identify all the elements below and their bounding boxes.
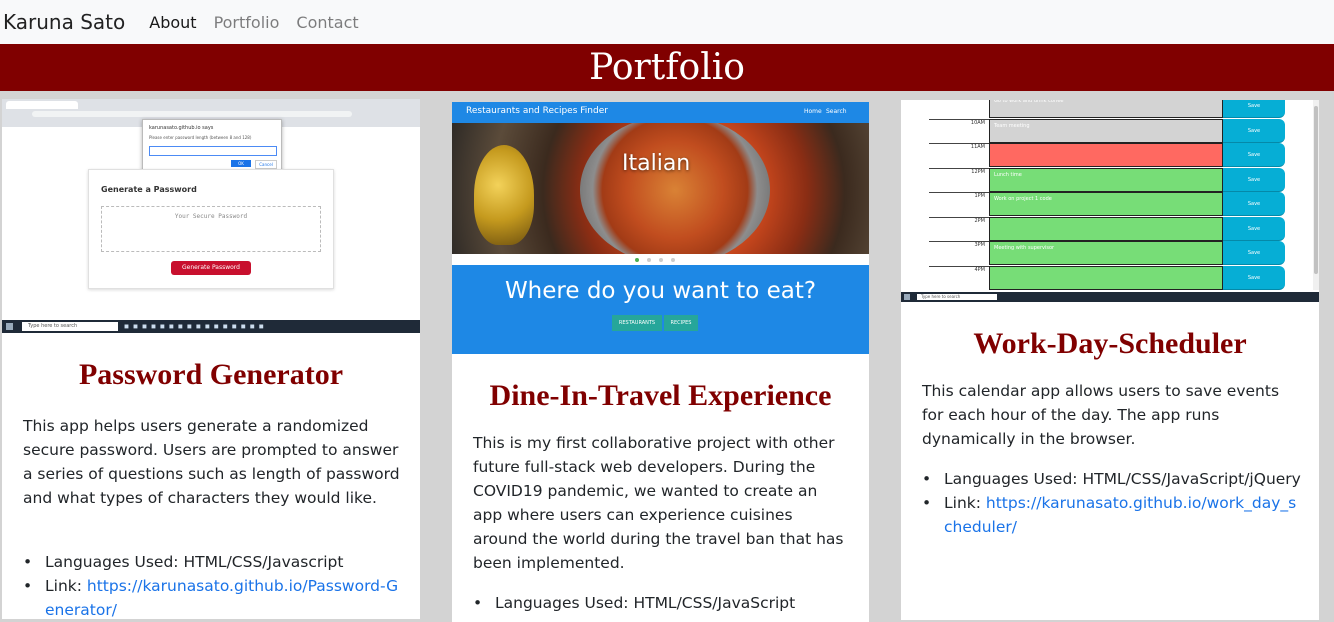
site-headline: Where do you want to eat?: [504, 278, 817, 304]
event-text: Team meeting: [989, 118, 1223, 143]
schedule-row: 4PM Save: [901, 265, 1319, 290]
card-title: Work-Day-Scheduler: [973, 327, 1247, 360]
schedule-row: 11AM Save: [901, 143, 1319, 167]
hour-label: 4PM: [929, 265, 989, 290]
hour-label: 2PM: [929, 216, 989, 241]
prompt-cancel: Cancel: [259, 162, 273, 167]
project-screenshot[interactable]: 9AMGo to work and drink coffeeSave10AMTe…: [901, 100, 1319, 302]
link-label: Link:: [45, 577, 87, 595]
event-text: Lunch time: [989, 167, 1223, 192]
navbar: Karuna Sato About Portfolio Contact: [0, 0, 1334, 44]
save-button: Save: [1223, 118, 1285, 143]
link-item: Link: https://karunasato.github.io/Passw…: [23, 574, 402, 619]
pasta-plate: [580, 123, 770, 254]
hour-label: 1PM: [929, 192, 989, 216]
hour-label: 3PM: [929, 241, 989, 265]
schedule-row: 3PM Meeting with supervisor Save: [901, 241, 1319, 265]
password-placeholder: Your Secure Password: [174, 213, 248, 220]
restaurants-button: RESTAURANTS: [612, 315, 662, 331]
card-description: This is my first collaborative project w…: [473, 434, 844, 572]
card-title: Password Generator: [78, 358, 344, 391]
languages-item: Languages Used: HTML/CSS/JavaScript: [473, 591, 851, 615]
nav-link-contact[interactable]: Contact: [296, 13, 358, 32]
project-card-dine-in-travel: Restaurants and Recipes Finder Home Sear…: [452, 102, 869, 622]
brand-name[interactable]: Karuna Sato: [3, 10, 125, 34]
card-title: Dine-In-Travel Experience: [489, 379, 832, 412]
hour-label: 9AM: [929, 100, 989, 118]
taskbar-icons: ◼◼◼◼◼◼◼◼◼◼◼◼◼◼◼◼: [124, 323, 268, 330]
schedule-row: 9AMGo to work and drink coffeeSave: [901, 100, 1319, 118]
event-text: Meeting with supervisor: [989, 241, 1223, 265]
card-description: This app helps users generate a randomiz…: [23, 417, 400, 507]
event-text: [989, 216, 1223, 241]
card-description: This calendar app allows users to save e…: [922, 382, 1280, 448]
olive-oil-bottle: [474, 145, 534, 245]
page-title: Portfolio: [0, 44, 1334, 91]
project-link[interactable]: https://karunasato.github.io/work_day_sc…: [944, 494, 1296, 536]
site-nav-search: Search: [826, 108, 847, 115]
generate-button: Generate Password: [171, 261, 251, 275]
languages-item: Languages Used: HTML/CSS/Javascript: [23, 550, 402, 574]
card-details: Languages Used: HTML/CSS/JavaScript: [473, 591, 851, 615]
hour-label: 12PM: [929, 167, 989, 192]
carousel-dot: [647, 258, 651, 262]
event-text: Work on project 1 code: [989, 192, 1223, 216]
event-text: Go to work and drink coffee: [989, 100, 1223, 118]
generator-card: Generate a Password Your Secure Password…: [88, 169, 334, 289]
schedule-row: 1PM Work on project 1 code Save: [901, 192, 1319, 216]
generator-heading: Generate a Password: [101, 185, 197, 194]
recipes-button: RECIPES: [664, 315, 698, 331]
project-card-work-day-scheduler: 9AMGo to work and drink coffeeSave10AMTe…: [901, 100, 1319, 620]
hour-label: 11AM: [929, 143, 989, 167]
project-screenshot[interactable]: Restaurants and Recipes Finder Home Sear…: [452, 102, 869, 354]
project-link[interactable]: https://karunasato.github.io/Password-Ge…: [45, 577, 398, 619]
save-button: Save: [1223, 241, 1285, 265]
languages-item: Languages Used: HTML/CSS/JavaScript/jQue…: [922, 467, 1301, 491]
save-button: Save: [1223, 143, 1285, 167]
carousel-dot: [671, 258, 675, 262]
scrollbar: [1313, 100, 1319, 290]
save-button: Save: [1223, 265, 1285, 290]
site-title: Restaurants and Recipes Finder: [466, 106, 608, 116]
carousel-dot-active: [635, 258, 639, 262]
taskbar-search: Type here to search: [22, 322, 118, 331]
event-text: [989, 265, 1223, 290]
taskbar-search: Type here to search: [917, 294, 997, 300]
hour-label: 10AM: [929, 118, 989, 143]
schedule-row: 10AM Team meeting Save: [901, 118, 1319, 143]
nav-link-portfolio[interactable]: Portfolio: [214, 13, 280, 32]
taskbar: Type here to search: [901, 292, 1319, 302]
card-details: Languages Used: HTML/CSS/JavaScript/jQue…: [922, 467, 1301, 539]
nav-link-about[interactable]: About: [149, 13, 196, 32]
save-button: Save: [1223, 100, 1285, 118]
event-text: [989, 143, 1223, 167]
windows-icon: [904, 294, 910, 300]
save-button: Save: [1223, 216, 1285, 241]
carousel-dot: [659, 258, 663, 262]
prompt-text: Please enter password length (between 8 …: [149, 135, 252, 140]
link-item: Link: https://karunasato.github.io/work_…: [922, 491, 1301, 539]
site-nav-home: Home: [804, 108, 822, 115]
project-card-password-generator: karunasato.github.io says Please enter p…: [2, 99, 420, 619]
prompt-title: karunasato.github.io says: [149, 125, 214, 131]
alert-prompt: karunasato.github.io says Please enter p…: [142, 119, 282, 176]
schedule-row: 12PM Lunch time Save: [901, 167, 1319, 192]
windows-icon: [6, 323, 13, 330]
project-screenshot[interactable]: karunasato.github.io says Please enter p…: [2, 99, 420, 333]
save-button: Save: [1223, 192, 1285, 216]
schedule-row: 2PM Save: [901, 216, 1319, 241]
prompt-ok: OK: [238, 161, 244, 166]
food-photo: Italian: [452, 123, 869, 254]
taskbar: Type here to search ◼◼◼◼◼◼◼◼◼◼◼◼◼◼◼◼: [2, 320, 420, 333]
link-label: Link:: [944, 494, 986, 512]
save-button: Save: [1223, 167, 1285, 192]
carousel-caption: Italian: [622, 151, 691, 176]
